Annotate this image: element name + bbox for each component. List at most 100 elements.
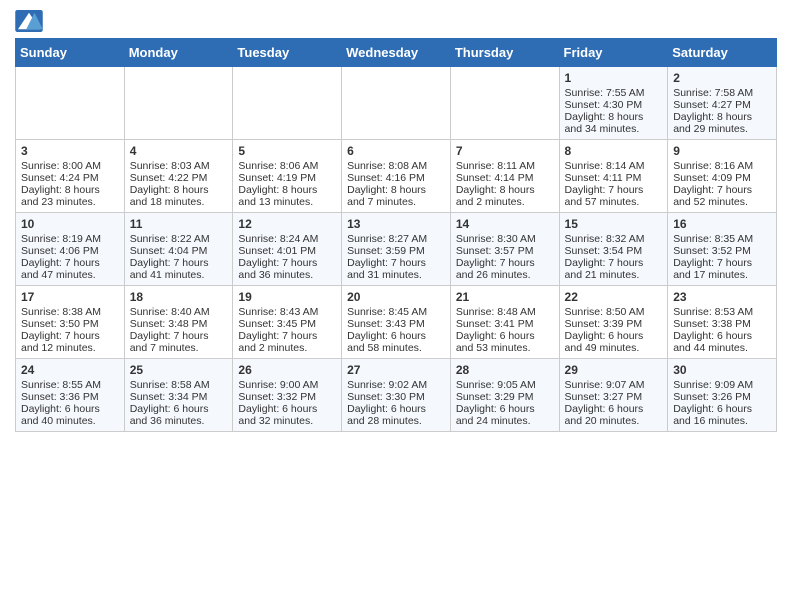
- calendar-cell: 30Sunrise: 9:09 AMSunset: 3:26 PMDayligh…: [668, 359, 777, 432]
- cell-text: Daylight: 7 hours: [565, 257, 663, 269]
- cell-text: and 58 minutes.: [347, 342, 445, 354]
- week-row-4: 17Sunrise: 8:38 AMSunset: 3:50 PMDayligh…: [16, 286, 777, 359]
- day-number: 30: [673, 363, 771, 377]
- cell-text: Sunset: 4:01 PM: [238, 245, 336, 257]
- cell-text: Sunrise: 8:38 AM: [21, 306, 119, 318]
- cell-text: and 7 minutes.: [130, 342, 228, 354]
- day-number: 5: [238, 144, 336, 158]
- calendar-cell: 24Sunrise: 8:55 AMSunset: 3:36 PMDayligh…: [16, 359, 125, 432]
- calendar-cell: 29Sunrise: 9:07 AMSunset: 3:27 PMDayligh…: [559, 359, 668, 432]
- calendar-cell: [16, 67, 125, 140]
- cell-text: Sunrise: 8:32 AM: [565, 233, 663, 245]
- day-number: 24: [21, 363, 119, 377]
- cell-text: and 23 minutes.: [21, 196, 119, 208]
- cell-text: Daylight: 8 hours: [238, 184, 336, 196]
- cell-text: Daylight: 7 hours: [565, 184, 663, 196]
- cell-text: and 18 minutes.: [130, 196, 228, 208]
- col-header-sunday: Sunday: [16, 39, 125, 67]
- cell-text: Daylight: 7 hours: [347, 257, 445, 269]
- cell-text: Daylight: 8 hours: [347, 184, 445, 196]
- cell-text: and 49 minutes.: [565, 342, 663, 354]
- cell-text: and 47 minutes.: [21, 269, 119, 281]
- day-number: 22: [565, 290, 663, 304]
- cell-text: Sunset: 4:19 PM: [238, 172, 336, 184]
- day-number: 25: [130, 363, 228, 377]
- cell-text: Sunset: 3:52 PM: [673, 245, 771, 257]
- cell-text: and 16 minutes.: [673, 415, 771, 427]
- col-header-friday: Friday: [559, 39, 668, 67]
- cell-text: Sunrise: 8:27 AM: [347, 233, 445, 245]
- cell-text: Sunrise: 9:05 AM: [456, 379, 554, 391]
- cell-text: Sunset: 4:24 PM: [21, 172, 119, 184]
- logo-icon: [15, 10, 43, 32]
- calendar-cell: 17Sunrise: 8:38 AMSunset: 3:50 PMDayligh…: [16, 286, 125, 359]
- calendar-cell: 3Sunrise: 8:00 AMSunset: 4:24 PMDaylight…: [16, 140, 125, 213]
- calendar-cell: 21Sunrise: 8:48 AMSunset: 3:41 PMDayligh…: [450, 286, 559, 359]
- calendar-cell: 2Sunrise: 7:58 AMSunset: 4:27 PMDaylight…: [668, 67, 777, 140]
- cell-text: Sunset: 4:30 PM: [565, 99, 663, 111]
- cell-text: Daylight: 7 hours: [130, 330, 228, 342]
- cell-text: Sunset: 3:54 PM: [565, 245, 663, 257]
- week-row-1: 1Sunrise: 7:55 AMSunset: 4:30 PMDaylight…: [16, 67, 777, 140]
- cell-text: Sunset: 3:27 PM: [565, 391, 663, 403]
- day-number: 8: [565, 144, 663, 158]
- cell-text: Sunrise: 8:55 AM: [21, 379, 119, 391]
- cell-text: and 28 minutes.: [347, 415, 445, 427]
- cell-text: and 52 minutes.: [673, 196, 771, 208]
- calendar-cell: 25Sunrise: 8:58 AMSunset: 3:34 PMDayligh…: [124, 359, 233, 432]
- cell-text: Daylight: 7 hours: [21, 330, 119, 342]
- calendar-cell: 13Sunrise: 8:27 AMSunset: 3:59 PMDayligh…: [342, 213, 451, 286]
- week-row-2: 3Sunrise: 8:00 AMSunset: 4:24 PMDaylight…: [16, 140, 777, 213]
- cell-text: Sunset: 3:30 PM: [347, 391, 445, 403]
- col-header-wednesday: Wednesday: [342, 39, 451, 67]
- calendar-cell: [233, 67, 342, 140]
- day-number: 2: [673, 71, 771, 85]
- cell-text: and 13 minutes.: [238, 196, 336, 208]
- cell-text: Sunrise: 8:08 AM: [347, 160, 445, 172]
- cell-text: Daylight: 6 hours: [347, 403, 445, 415]
- cell-text: and 21 minutes.: [565, 269, 663, 281]
- cell-text: Daylight: 7 hours: [456, 257, 554, 269]
- week-row-5: 24Sunrise: 8:55 AMSunset: 3:36 PMDayligh…: [16, 359, 777, 432]
- cell-text: and 34 minutes.: [565, 123, 663, 135]
- cell-text: Sunrise: 8:43 AM: [238, 306, 336, 318]
- cell-text: Daylight: 6 hours: [347, 330, 445, 342]
- calendar-cell: 19Sunrise: 8:43 AMSunset: 3:45 PMDayligh…: [233, 286, 342, 359]
- calendar-cell: 26Sunrise: 9:00 AMSunset: 3:32 PMDayligh…: [233, 359, 342, 432]
- cell-text: and 7 minutes.: [347, 196, 445, 208]
- cell-text: and 36 minutes.: [238, 269, 336, 281]
- cell-text: and 36 minutes.: [130, 415, 228, 427]
- cell-text: Daylight: 6 hours: [238, 403, 336, 415]
- cell-text: Sunset: 3:50 PM: [21, 318, 119, 330]
- calendar-cell: 6Sunrise: 8:08 AMSunset: 4:16 PMDaylight…: [342, 140, 451, 213]
- cell-text: Daylight: 6 hours: [21, 403, 119, 415]
- cell-text: Sunrise: 8:45 AM: [347, 306, 445, 318]
- cell-text: Sunset: 3:29 PM: [456, 391, 554, 403]
- cell-text: Sunrise: 9:09 AM: [673, 379, 771, 391]
- cell-text: Sunrise: 8:19 AM: [21, 233, 119, 245]
- cell-text: Sunrise: 8:48 AM: [456, 306, 554, 318]
- cell-text: Sunrise: 8:11 AM: [456, 160, 554, 172]
- cell-text: and 44 minutes.: [673, 342, 771, 354]
- calendar-cell: 20Sunrise: 8:45 AMSunset: 3:43 PMDayligh…: [342, 286, 451, 359]
- cell-text: Daylight: 7 hours: [130, 257, 228, 269]
- cell-text: Sunset: 3:26 PM: [673, 391, 771, 403]
- day-number: 27: [347, 363, 445, 377]
- cell-text: Daylight: 8 hours: [565, 111, 663, 123]
- calendar-cell: 5Sunrise: 8:06 AMSunset: 4:19 PMDaylight…: [233, 140, 342, 213]
- cell-text: Sunset: 3:34 PM: [130, 391, 228, 403]
- cell-text: Daylight: 7 hours: [673, 257, 771, 269]
- cell-text: and 2 minutes.: [456, 196, 554, 208]
- cell-text: Sunset: 4:22 PM: [130, 172, 228, 184]
- cell-text: and 32 minutes.: [238, 415, 336, 427]
- cell-text: Sunrise: 9:02 AM: [347, 379, 445, 391]
- calendar-cell: 16Sunrise: 8:35 AMSunset: 3:52 PMDayligh…: [668, 213, 777, 286]
- cell-text: Sunrise: 9:00 AM: [238, 379, 336, 391]
- day-number: 23: [673, 290, 771, 304]
- cell-text: Daylight: 7 hours: [21, 257, 119, 269]
- day-number: 11: [130, 217, 228, 231]
- cell-text: Sunrise: 8:03 AM: [130, 160, 228, 172]
- day-number: 10: [21, 217, 119, 231]
- cell-text: Sunset: 4:27 PM: [673, 99, 771, 111]
- day-number: 3: [21, 144, 119, 158]
